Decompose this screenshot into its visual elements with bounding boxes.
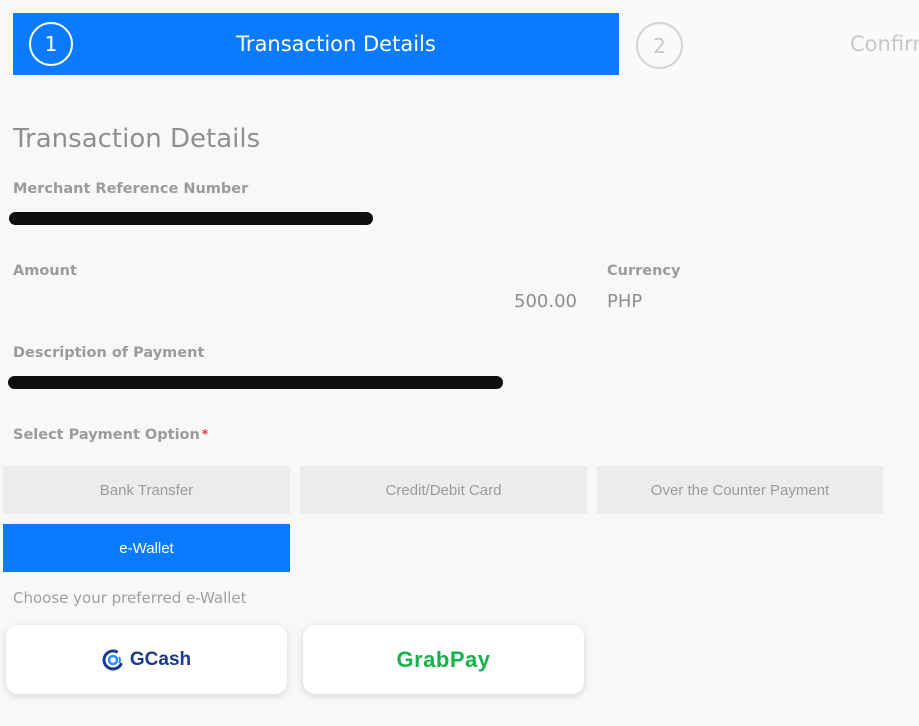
bank-transfer-button[interactable]: Bank Transfer [3,466,290,514]
payment-option-label: Select Payment Option * [13,427,208,443]
ewallet-hint: Choose your preferred e-Wallet [13,589,247,607]
step-2-confirm: 2 Confirm [619,13,919,75]
section-title: Transaction Details [13,124,261,154]
credit-debit-card-button[interactable]: Credit/Debit Card [300,466,587,514]
step-1-label: Transaction Details [236,32,436,56]
payment-option-label-text: Select Payment Option [13,427,200,443]
amount-value: 500.00 [514,291,577,312]
merchant-ref-label: Merchant Reference Number [13,181,249,197]
description-redacted-value [8,376,503,389]
step-2-label: Confirm [850,32,919,56]
over-the-counter-button[interactable]: Over the Counter Payment [597,466,883,514]
currency-label: Currency [607,263,681,279]
step-2-number: 2 [636,22,683,69]
gcash-option[interactable]: GCash [6,625,287,694]
step-1-transaction-details: 1 Transaction Details [13,13,619,75]
gcash-label: GCash [129,648,192,670]
description-label: Description of Payment [13,345,205,361]
ewallet-button[interactable]: e-Wallet [3,524,290,572]
grabpay-option[interactable]: GrabPay [303,625,584,694]
payment-page: 1 Transaction Details 2 Confirm Transact… [0,0,919,726]
gcash-logo-icon [102,649,124,670]
currency-value: PHP [607,291,643,312]
merchant-ref-redacted-value [9,212,373,225]
gcash-logo: GCash [102,649,191,671]
grabpay-logo: GrabPay [396,646,491,672]
required-marker: * [201,427,209,441]
amount-label: Amount [13,263,77,279]
